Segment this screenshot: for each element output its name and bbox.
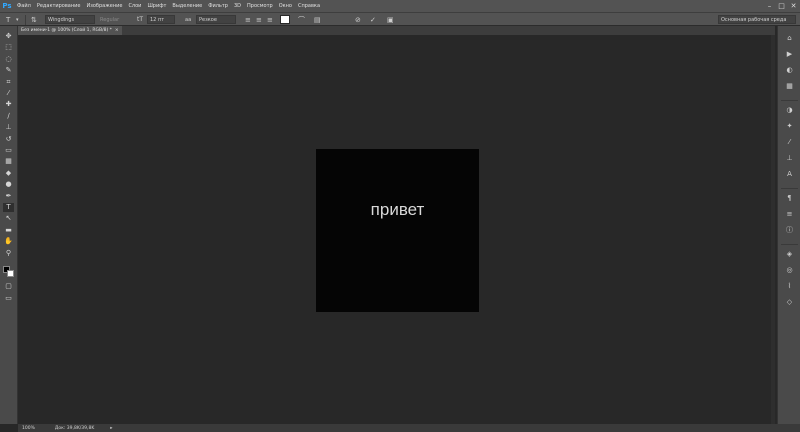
font-size-icon: tT (137, 16, 144, 23)
paths-panel-icon[interactable]: ⌇ (784, 282, 795, 291)
commit-edit-icon[interactable]: ✓ (370, 15, 376, 24)
zoom-tool-icon[interactable]: ⚲ (3, 249, 14, 258)
gradient-tool-icon[interactable]: ▦ (3, 157, 14, 166)
minimize-button[interactable]: – (765, 2, 774, 10)
menu-image[interactable]: Изображение (83, 3, 125, 9)
type-tool-icon[interactable]: T (3, 203, 14, 212)
blur-tool-icon[interactable]: ◆ (3, 169, 14, 178)
align-center-icon[interactable]: ≡ (256, 15, 262, 24)
marquee-tool-icon[interactable]: ⬚ (3, 43, 14, 52)
move-tool-icon[interactable]: ✥ (3, 32, 14, 41)
character-panel-toggle-icon[interactable]: ▤ (314, 15, 321, 24)
menu-filter[interactable]: Фильтр (205, 3, 231, 9)
styles-panel-icon[interactable]: ✦ (784, 122, 795, 131)
document-tab-label: Без имени-1 @ 100% (Слой 1, RGB/8) * (21, 28, 112, 33)
canvas-workspace[interactable]: привет (18, 35, 775, 424)
align-right-icon[interactable]: ≡ (267, 15, 273, 24)
zoom-level[interactable]: 100% (18, 426, 39, 431)
panel-dock: ⌂ ▶ ◐ ▦ ◑ ✦ ⁄ ⊥ A ¶ ≡ ⓘ ◈ ◎ ⌇ ◇ (777, 26, 800, 424)
quick-mask-icon[interactable]: ▢ (3, 282, 14, 291)
menu-window[interactable]: Окно (276, 3, 295, 9)
history-panel-icon[interactable]: ⌂ (784, 34, 795, 43)
maximize-button[interactable]: □ (777, 2, 786, 10)
menu-bar: Ps Файл Редактирование Изображение Слои … (0, 0, 800, 12)
options-separator (25, 15, 26, 25)
dodge-tool-icon[interactable]: ● (3, 180, 14, 189)
font-size-input[interactable]: 12 пт (147, 15, 175, 24)
paragraph-panel-icon[interactable]: ¶ (784, 194, 795, 203)
document-canvas[interactable]: привет (316, 149, 479, 312)
info-panel-icon[interactable]: ⓘ (784, 226, 795, 235)
lasso-tool-icon[interactable]: ◌ (3, 55, 14, 64)
menu-help[interactable]: Справка (295, 3, 323, 9)
swatches-panel-icon[interactable]: ▦ (784, 82, 795, 91)
menu-type[interactable]: Шрифт (144, 3, 169, 9)
path-select-tool-icon[interactable]: ↖ (3, 214, 14, 223)
align-left-icon[interactable]: ≡ (245, 15, 251, 24)
menu-select[interactable]: Выделение (169, 3, 205, 9)
color-panel-icon[interactable]: ◐ (784, 66, 795, 75)
text-orientation-icon[interactable]: ⇅ (31, 15, 37, 24)
eraser-tool-icon[interactable]: ▭ (3, 146, 14, 155)
options-bar: T ▾ ⇅ Wingdings Regular tT 12 пт aa Резк… (0, 12, 800, 26)
3d-panel-icon[interactable]: ◇ (784, 298, 795, 307)
document-tab[interactable]: Без имени-1 @ 100% (Слой 1, RGB/8) * × (18, 26, 122, 35)
history-brush-tool-icon[interactable]: ↺ (3, 135, 14, 144)
font-family-select[interactable]: Wingdings (45, 15, 95, 24)
canvas-text-layer[interactable]: привет (316, 200, 479, 220)
channels-panel-icon[interactable]: ◎ (784, 266, 795, 275)
menu-file[interactable]: Файл (14, 3, 34, 9)
quick-select-tool-icon[interactable]: ✎ (3, 66, 14, 75)
hand-tool-icon[interactable]: ✋ (3, 237, 14, 246)
menu-layers[interactable]: Слои (125, 3, 144, 9)
shape-tool-icon[interactable]: ▬ (3, 226, 14, 235)
eyedropper-tool-icon[interactable]: ⁄ (3, 89, 14, 98)
3d-text-icon[interactable]: ▣ (387, 15, 394, 24)
menu-view[interactable]: Просмотр (244, 3, 276, 9)
character-panel-icon[interactable]: A (784, 170, 795, 179)
photoshop-logo: Ps (2, 2, 12, 10)
text-color-swatch[interactable] (280, 15, 290, 24)
layers-panel-icon[interactable]: ◈ (784, 250, 795, 259)
actions-panel-icon[interactable]: ▶ (784, 50, 795, 59)
cancel-edit-icon[interactable]: ⊘ (355, 15, 361, 24)
close-window-button[interactable]: ✕ (789, 2, 798, 10)
antialias-label: aa (185, 16, 192, 23)
panel-group-divider (781, 100, 798, 101)
healing-tool-icon[interactable]: ✚ (3, 100, 14, 109)
clone-source-panel-icon[interactable]: ⊥ (784, 154, 795, 163)
preset-dropdown-icon[interactable]: ▾ (16, 15, 19, 24)
vertical-scrollbar[interactable] (771, 35, 775, 424)
stamp-tool-icon[interactable]: ⊥ (3, 123, 14, 132)
close-tab-button[interactable]: × (115, 28, 119, 33)
document-info: Док: 39,8K/39,8K (54, 425, 95, 431)
brush-panel-icon[interactable]: ⁄ (784, 138, 795, 147)
crop-tool-icon[interactable]: ⌗ (3, 78, 14, 87)
panel-group-divider (781, 244, 798, 245)
menu-3d[interactable]: 3D (231, 3, 244, 9)
adjustments-panel-icon[interactable]: ◑ (784, 106, 795, 115)
status-menu-arrow-icon[interactable]: ▸ (106, 426, 116, 431)
properties-panel-icon[interactable]: ≡ (784, 210, 795, 219)
panel-group-divider (781, 188, 798, 189)
font-style-select[interactable]: Regular (100, 15, 140, 24)
menu-edit[interactable]: Редактирование (34, 3, 84, 9)
tools-panel: ✥ ⬚ ◌ ✎ ⌗ ⁄ ✚ ∕ ⊥ ↺ ▭ ▦ ◆ ● ✒ T ↖ ▬ ✋ ⚲ ▢ ▭ (0, 26, 18, 424)
warp-text-icon[interactable]: ⌒ (298, 15, 305, 24)
antialias-select[interactable]: Резкое (196, 15, 236, 24)
status-bar: 100% Док: 39,8K/39,8K ▸ (18, 424, 800, 432)
pen-tool-icon[interactable]: ✒ (3, 192, 14, 201)
type-tool-preset-icon[interactable]: T (6, 15, 10, 24)
brush-tool-icon[interactable]: ∕ (3, 112, 14, 121)
document-tab-strip: Без имени-1 @ 100% (Слой 1, RGB/8) * × (18, 26, 775, 35)
background-color-swatch[interactable] (7, 270, 14, 277)
window-controls: – □ ✕ (765, 0, 798, 12)
screen-mode-icon[interactable]: ▭ (3, 294, 14, 303)
workspace-select[interactable]: Основная рабочая среда (718, 15, 796, 24)
